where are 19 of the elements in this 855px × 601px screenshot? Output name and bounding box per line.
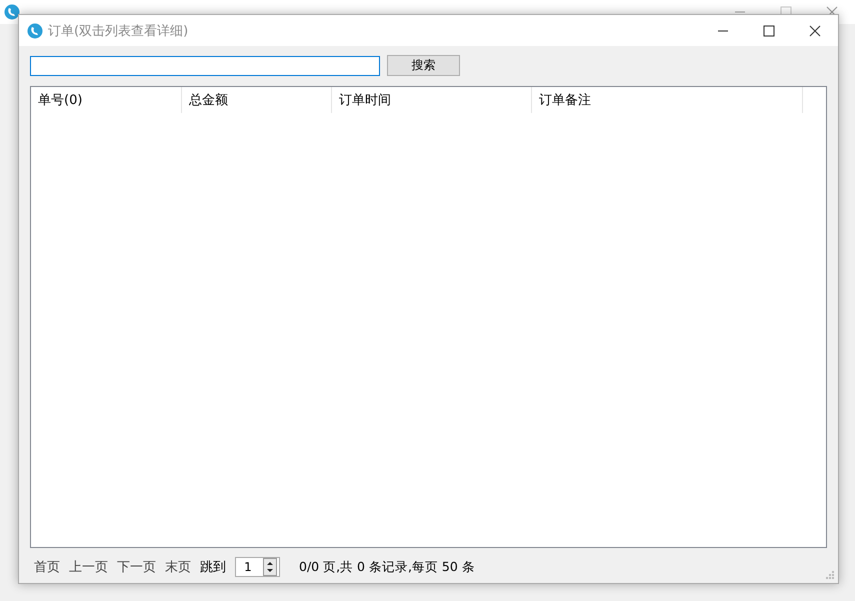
search-field[interactable] — [30, 56, 380, 76]
close-icon[interactable] — [809, 24, 821, 36]
pager-link[interactable]: 末页 — [165, 558, 191, 576]
column-header[interactable]: 总金额 — [182, 87, 332, 113]
column-header[interactable]: 订单时间 — [332, 87, 532, 113]
pager-link[interactable]: 首页 — [34, 558, 60, 576]
pager-link[interactable]: 上一页 — [69, 558, 108, 576]
resize-grip-icon[interactable] — [826, 571, 835, 580]
window-title: 订单(双击列表查看详细) — [48, 22, 188, 40]
page-summary: 0/0 页,共 0 条记录,每页 50 条 — [299, 558, 475, 576]
pager-link[interactable]: 下一页 — [117, 558, 156, 576]
spin-arrows-icon[interactable] — [263, 558, 277, 576]
column-header[interactable]: 订单备注 — [532, 87, 803, 113]
maximize-icon[interactable] — [763, 24, 775, 36]
app-icon — [27, 22, 43, 38]
column-header[interactable]: 单号(0) — [31, 87, 182, 113]
jump-label: 跳到 — [200, 559, 226, 576]
page-spinner[interactable]: 1 — [235, 557, 280, 577]
search-button[interactable]: 搜索 — [387, 55, 460, 76]
